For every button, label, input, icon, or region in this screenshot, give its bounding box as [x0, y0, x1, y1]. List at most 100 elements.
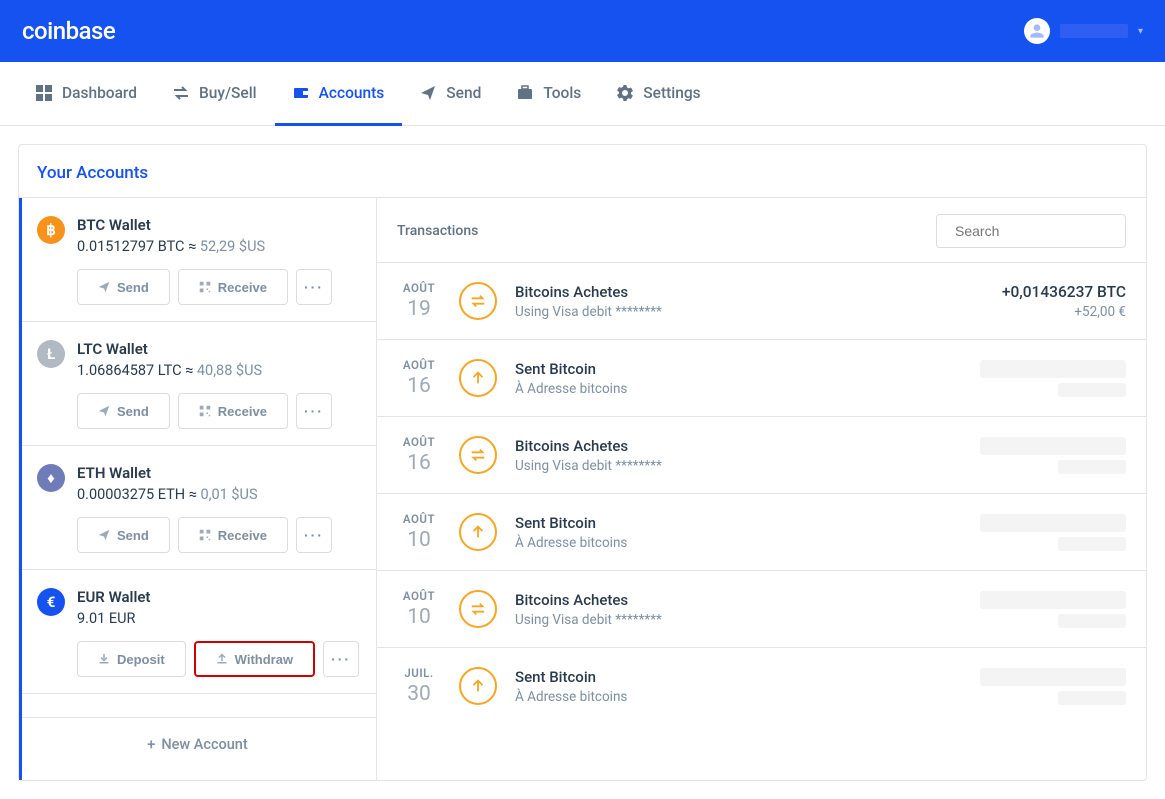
- transaction-row[interactable]: AOÛT 10 Bitcoins Achetes Using Visa debi…: [377, 570, 1146, 647]
- tx-title: Bitcoins Achetes: [515, 437, 962, 455]
- account-card[interactable]: Ł LTC Wallet 1.06864587 LTC ≈ 40,88 $US …: [19, 322, 376, 446]
- tx-amount-fiat-hidden: [1058, 460, 1126, 474]
- transaction-row[interactable]: AOÛT 16 Bitcoins Achetes Using Visa debi…: [377, 416, 1146, 493]
- send-icon: [459, 359, 497, 397]
- tx-date: AOÛT 16: [397, 435, 441, 475]
- tx-title: Bitcoins Achetes: [515, 591, 962, 609]
- more-button[interactable]: ···: [296, 269, 332, 305]
- wallet-icon: [293, 85, 309, 101]
- panel-title: Your Accounts: [19, 145, 1146, 197]
- tx-amount-hidden: [980, 668, 1126, 686]
- tx-date: AOÛT 10: [397, 589, 441, 629]
- nav-settings[interactable]: Settings: [599, 62, 718, 126]
- new-account-label: New Account: [161, 736, 247, 753]
- top-header: coinbase ▾: [0, 0, 1165, 62]
- search-input[interactable]: [955, 223, 1136, 239]
- tx-title: Sent Bitcoin: [515, 514, 962, 532]
- transaction-row[interactable]: AOÛT 19 Bitcoins Achetes Using Visa debi…: [377, 262, 1146, 339]
- transaction-row[interactable]: AOÛT 10 Sent Bitcoin À Adresse bitcoins: [377, 493, 1146, 570]
- coin-badge: ฿: [37, 216, 65, 244]
- account-card[interactable]: ฿ BTC Wallet 0.01512797 BTC ≈ 52,29 $US …: [19, 198, 376, 322]
- logo[interactable]: coinbase: [22, 17, 115, 45]
- send-icon: [98, 281, 110, 293]
- tx-amount-hidden: [980, 514, 1126, 532]
- nav-label: Settings: [643, 84, 700, 102]
- transactions-column: Transactions AOÛT 19 Bitcoins Achetes Us…: [377, 198, 1146, 780]
- nav-buy-sell[interactable]: Buy/Sell: [155, 62, 275, 126]
- user-menu[interactable]: ▾: [1024, 18, 1143, 44]
- account-name: EUR Wallet: [77, 588, 362, 606]
- exchange-icon: [459, 282, 497, 320]
- more-button[interactable]: ···: [323, 641, 359, 677]
- send-icon: [459, 513, 497, 551]
- nav-label: Tools: [543, 84, 581, 102]
- send-button[interactable]: Send: [77, 269, 170, 305]
- nav-label: Dashboard: [62, 84, 137, 102]
- briefcase-icon: [517, 85, 533, 101]
- tx-amount-hidden: [980, 591, 1126, 609]
- user-name: [1060, 24, 1128, 38]
- tx-subtitle: Using Visa debit ********: [515, 612, 962, 628]
- qr-icon: [199, 529, 211, 541]
- swap-icon: [173, 85, 189, 101]
- nav-label: Buy/Sell: [199, 84, 257, 102]
- accounts-panel: Your Accounts ฿ BTC Wallet 0.01512797 BT…: [18, 144, 1147, 781]
- tx-title: Bitcoins Achetes: [515, 283, 984, 301]
- coin-badge: €: [37, 588, 65, 616]
- receive-button[interactable]: Receive: [178, 393, 288, 429]
- nav-dashboard[interactable]: Dashboard: [18, 62, 155, 126]
- account-balance: 9.01 EUR: [77, 610, 362, 627]
- receive-button[interactable]: Receive: [178, 269, 288, 305]
- transaction-row[interactable]: AOÛT 16 Sent Bitcoin À Adresse bitcoins: [377, 339, 1146, 416]
- tx-subtitle: À Adresse bitcoins: [515, 381, 962, 397]
- transactions-heading: Transactions: [397, 223, 478, 239]
- nav-send[interactable]: Send: [402, 62, 499, 126]
- more-button[interactable]: ···: [296, 517, 332, 553]
- tx-date: AOÛT 10: [397, 512, 441, 552]
- nav-tools[interactable]: Tools: [499, 62, 599, 126]
- qr-icon: [199, 405, 211, 417]
- account-balance: 0.01512797 BTC ≈ 52,29 $US: [77, 238, 362, 255]
- account-card[interactable]: € EUR Wallet 9.01 EUR Deposit Withdraw ·…: [19, 570, 376, 694]
- plus-icon: +: [147, 736, 155, 753]
- nav-accounts[interactable]: Accounts: [275, 62, 403, 126]
- gear-icon: [617, 85, 633, 101]
- exchange-icon: [459, 436, 497, 474]
- account-card[interactable]: ♦ ETH Wallet 0.00003275 ETH ≈ 0,01 $US S…: [19, 446, 376, 570]
- tx-subtitle: À Adresse bitcoins: [515, 535, 962, 551]
- tx-subtitle: Using Visa debit ********: [515, 458, 962, 474]
- nav-label: Send: [446, 84, 481, 102]
- more-button[interactable]: ···: [296, 393, 332, 429]
- send-button[interactable]: Send: [77, 393, 170, 429]
- grid-icon: [36, 85, 52, 101]
- chevron-down-icon: ▾: [1138, 26, 1143, 37]
- download-icon: [98, 653, 110, 665]
- tx-title: Sent Bitcoin: [515, 360, 962, 378]
- transaction-row[interactable]: JUIL. 30 Sent Bitcoin À Adresse bitcoins: [377, 647, 1146, 724]
- tx-amount-fiat-hidden: [1058, 691, 1126, 705]
- account-name: ETH Wallet: [77, 464, 362, 482]
- new-account-button[interactable]: + New Account: [19, 718, 376, 770]
- avatar-icon: [1024, 18, 1050, 44]
- tx-amount-hidden: [980, 437, 1126, 455]
- qr-icon: [199, 281, 211, 293]
- tx-date: AOÛT 19: [397, 281, 441, 321]
- account-balance: 0.00003275 ETH ≈ 0,01 $US: [77, 486, 362, 503]
- deposit-button[interactable]: Deposit: [77, 641, 186, 677]
- receive-button[interactable]: Receive: [178, 517, 288, 553]
- coin-badge: ♦: [37, 464, 65, 492]
- tx-subtitle: À Adresse bitcoins: [515, 689, 962, 705]
- tx-subtitle: Using Visa debit ********: [515, 304, 984, 320]
- upload-icon: [216, 653, 228, 665]
- tx-amount-fiat-hidden: [1058, 614, 1126, 628]
- send-button[interactable]: Send: [77, 517, 170, 553]
- tx-title: Sent Bitcoin: [515, 668, 962, 686]
- withdraw-button[interactable]: Withdraw: [194, 641, 315, 677]
- coin-badge: Ł: [37, 340, 65, 368]
- account-balance: 1.06864587 LTC ≈ 40,88 $US: [77, 362, 362, 379]
- search-box[interactable]: [936, 214, 1126, 248]
- tx-amount-fiat-hidden: [1058, 383, 1126, 397]
- tx-amount: +0,01436237 BTC: [1002, 283, 1126, 301]
- send-icon: [459, 667, 497, 705]
- tx-amount-fiat-hidden: [1058, 537, 1126, 551]
